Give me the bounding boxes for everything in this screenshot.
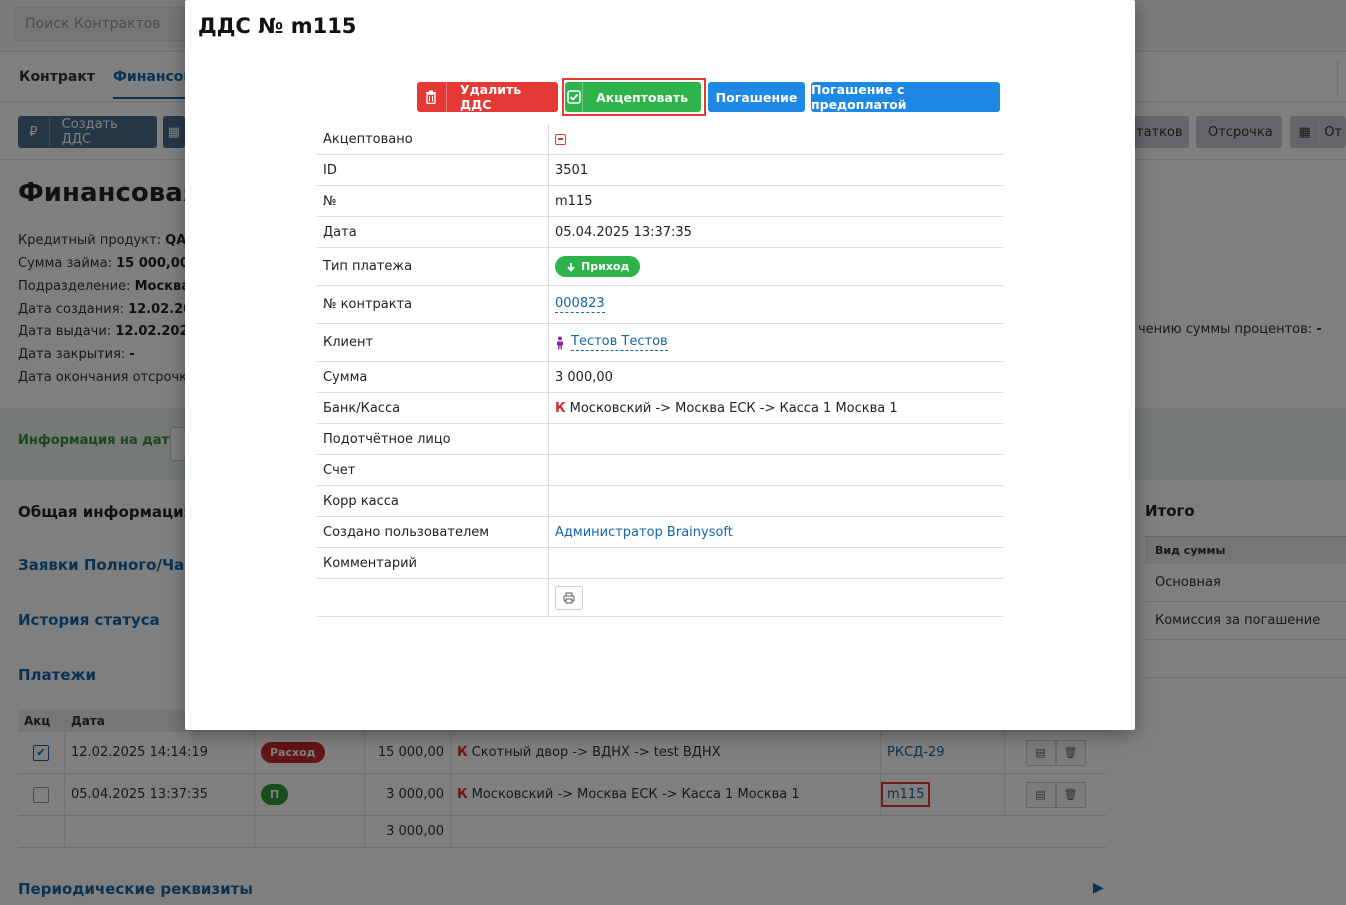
column-divider: [548, 424, 549, 454]
income-badge-label: Приход: [581, 260, 630, 273]
detail-label: Акцептовано: [323, 131, 413, 147]
detail-label: Сумма: [323, 369, 368, 385]
bank-path: Московский -> Москва ЕСК -> Касса 1 Моск…: [569, 400, 898, 416]
detail-value: [555, 579, 583, 616]
person-icon: [557, 336, 563, 349]
delete-dds-label: Удалить ДДС: [459, 82, 522, 112]
detail-value: 05.04.2025 13:37:35: [555, 224, 692, 240]
printer-icon: [563, 592, 575, 603]
dds-details-table: Акцептовано ID 3501 № m115 Дата 05.04.20…: [317, 124, 1003, 617]
detail-value: 3501: [555, 162, 589, 178]
detail-row-accepted: Акцептовано: [317, 124, 1003, 155]
trash-icon: [417, 82, 447, 112]
detail-row-corr-cashbox: Корр касса: [317, 486, 1003, 517]
detail-row-created-by: Создано пользователем Администратор Brai…: [317, 517, 1003, 548]
minus-square-icon: [555, 133, 566, 145]
detail-row-account: Счет: [317, 455, 1003, 486]
column-divider: [548, 517, 549, 547]
detail-label: Счет: [323, 462, 356, 478]
detail-label: Тип платежа: [323, 259, 413, 274]
dds-modal: ДДС № m115 Удалить ДДС Акцептовать Погаш…: [185, 0, 1135, 730]
created-by-link[interactable]: Администратор Brainysoft: [555, 525, 733, 540]
column-divider: [548, 286, 549, 323]
detail-row-contract: № контракта 000823: [317, 286, 1003, 324]
column-divider: [548, 217, 549, 247]
column-divider: [548, 393, 549, 423]
detail-value: Тестов Тестов: [555, 324, 668, 361]
detail-row-bank: Банк/Касса К Московский -> Москва ЕСК -> …: [317, 393, 1003, 424]
repay-prepaid-label: Погашение с предоплатой: [811, 82, 907, 112]
column-divider: [548, 124, 549, 154]
detail-row-date: Дата 05.04.2025 13:37:35: [317, 217, 1003, 248]
detail-value: Администратор Brainysoft: [555, 517, 733, 547]
client-link[interactable]: Тестов Тестов: [571, 334, 668, 351]
detail-label: ID: [323, 162, 337, 178]
column-divider: [548, 155, 549, 185]
detail-label: Клиент: [323, 335, 374, 350]
detail-label: №: [323, 193, 337, 209]
delete-dds-button[interactable]: Удалить ДДС: [417, 82, 558, 112]
detail-value: 000823: [555, 286, 605, 323]
accept-highlight-frame: [562, 78, 706, 116]
detail-value: 3 000,00: [555, 369, 613, 385]
detail-label: Подотчётное лицо: [323, 431, 451, 447]
detail-label: Банк/Касса: [323, 400, 401, 416]
column-divider: [548, 248, 549, 285]
detail-value: К Московский -> Москва ЕСК -> Касса 1 Мос…: [555, 393, 898, 423]
income-badge: Приход: [555, 256, 641, 277]
repay-prepaid-button[interactable]: Погашение с предоплатой: [811, 82, 1000, 112]
detail-value: m115: [555, 193, 593, 209]
column-divider: [548, 455, 549, 485]
detail-label: Корр касса: [323, 493, 399, 509]
detail-row-accountable: Подотчётное лицо: [317, 424, 1003, 455]
detail-row-number: № m115: [317, 186, 1003, 217]
detail-row-sum: Сумма 3 000,00: [317, 362, 1003, 393]
detail-row-id: ID 3501: [317, 155, 1003, 186]
detail-row-comment: Комментарий: [317, 548, 1003, 579]
detail-value: [555, 124, 566, 154]
detail-label: Создано пользователем: [323, 524, 490, 540]
column-divider: [548, 324, 549, 361]
print-button[interactable]: [555, 585, 583, 610]
repay-button[interactable]: Погашение: [708, 82, 805, 112]
detail-label: Дата: [323, 224, 357, 240]
contract-link[interactable]: 000823: [555, 296, 605, 313]
cashbox-k-marker: К: [555, 400, 566, 416]
arrow-down-icon: [567, 262, 575, 272]
modal-title: ДДС № m115: [198, 14, 357, 38]
column-divider: [548, 362, 549, 392]
column-divider: [548, 486, 549, 516]
column-divider: [548, 579, 549, 616]
detail-row-payment-type: Тип платежа Приход: [317, 248, 1003, 286]
detail-value: Приход: [555, 248, 641, 285]
repay-label: Погашение: [715, 89, 798, 105]
column-divider: [548, 548, 549, 578]
detail-label: Комментарий: [323, 555, 417, 571]
detail-label: № контракта: [323, 297, 413, 312]
detail-row-client: Клиент Тестов Тестов: [317, 324, 1003, 362]
detail-row-actions: [317, 579, 1003, 617]
column-divider: [548, 186, 549, 216]
